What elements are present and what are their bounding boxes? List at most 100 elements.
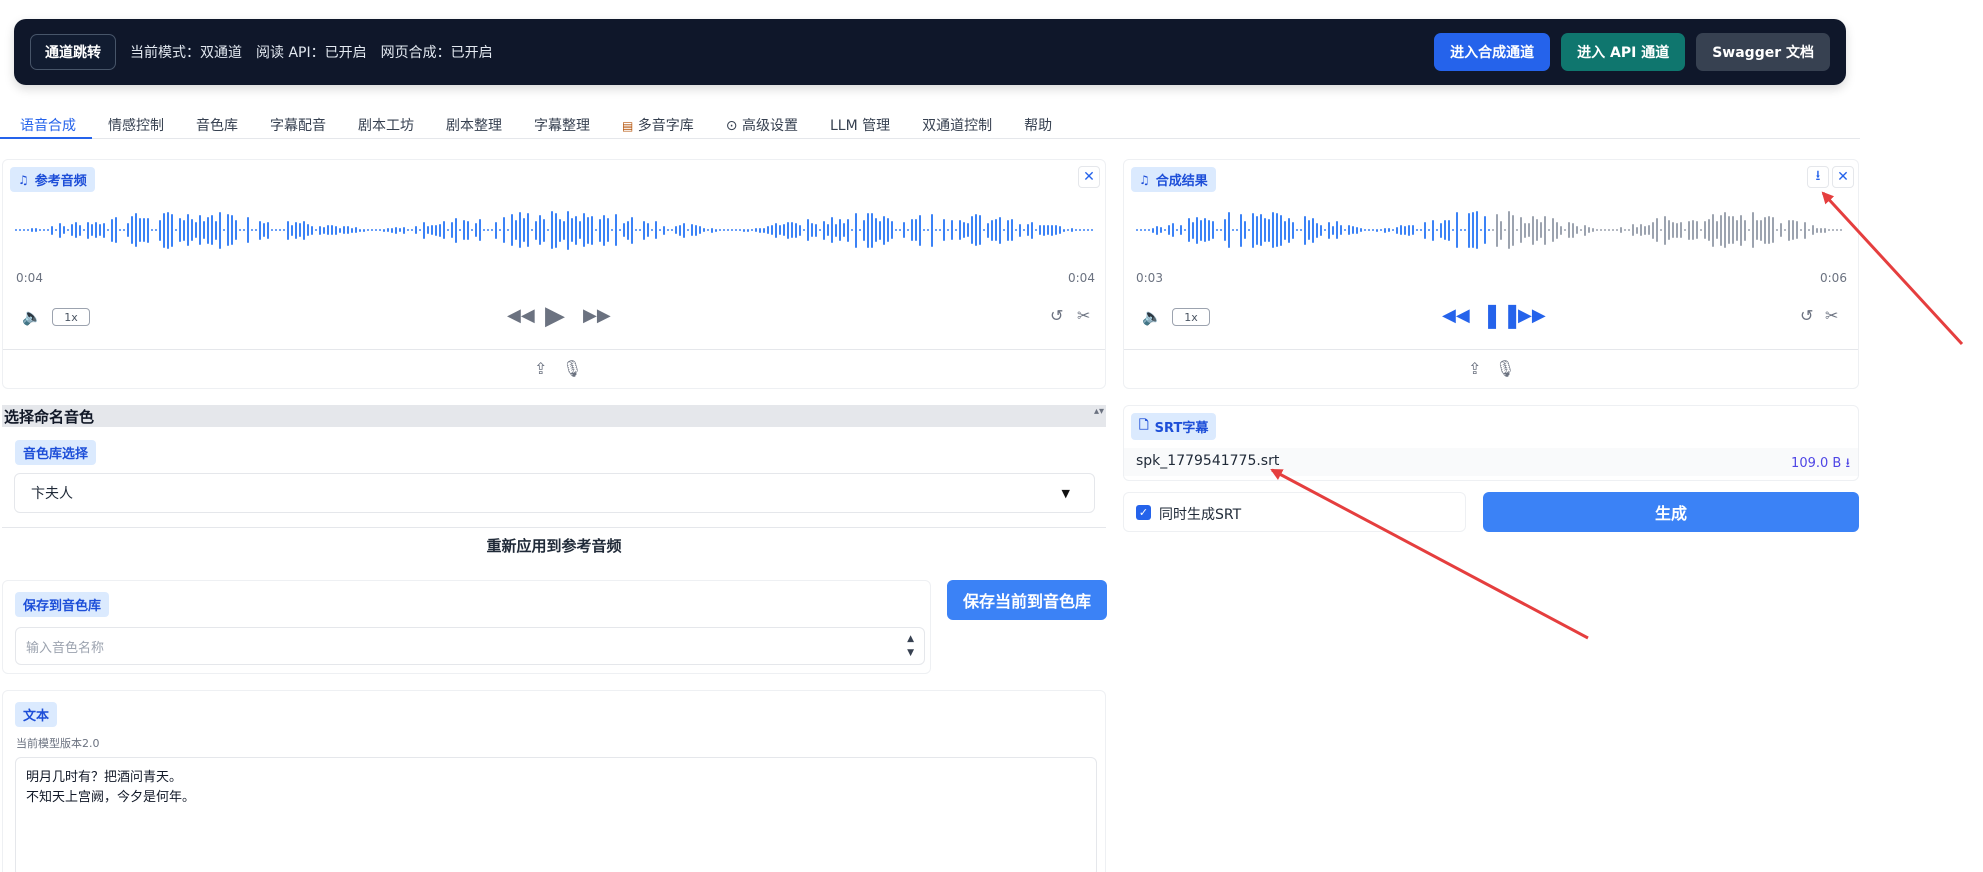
save-to-voice-library-button[interactable]: 保存当前到音色库	[947, 580, 1107, 620]
voice-select-heading[interactable]: 选择命名音色 ▴▾	[2, 405, 1106, 427]
waveform-bar	[1684, 229, 1686, 231]
waveform-bar	[1176, 229, 1178, 231]
waveform-bar	[935, 229, 937, 231]
tab-dual-channel-control[interactable]: 双通道控制	[906, 111, 1008, 139]
waveform-bar	[1836, 229, 1838, 231]
waveform-bar	[483, 229, 485, 231]
tab-llm-management[interactable]: LLM 管理	[814, 111, 906, 139]
playback-rate-button[interactable]: 1x	[52, 308, 90, 326]
fast-forward-icon[interactable]: ▶▶	[583, 305, 611, 326]
waveform-bar	[371, 229, 373, 231]
api-channel-button[interactable]: 进入 API 通道	[1561, 33, 1686, 71]
download-icon[interactable]: ⭳	[1807, 166, 1829, 188]
tab-script-organize[interactable]: 剧本整理	[430, 111, 518, 139]
play-icon[interactable]: ▶	[545, 301, 565, 331]
waveform-bar	[551, 211, 553, 249]
tab-speech-synthesis[interactable]: 语音合成	[0, 111, 92, 139]
swagger-docs-button[interactable]: Swagger 文档	[1696, 33, 1830, 71]
waveform-bar	[223, 229, 225, 231]
waveform-bar	[1680, 222, 1682, 238]
fast-forward-icon[interactable]: ▶▶	[1518, 305, 1546, 326]
waveform-bar	[75, 222, 77, 238]
waveform-bar	[1828, 229, 1830, 231]
stepper-icon[interactable]: ▲ ▼	[907, 632, 914, 660]
waveform-bar	[1804, 221, 1806, 239]
text-input[interactable]: 明月几时有？把酒问青天。 不知天上宫阙，今夕是何年。	[15, 757, 1097, 872]
waveform-bar	[1496, 213, 1498, 247]
srt-filename[interactable]: spk_1779541775.srt	[1136, 453, 1279, 469]
waveform-bar	[63, 226, 65, 234]
waveform-bar	[167, 211, 169, 249]
waveform-bar	[1412, 225, 1414, 235]
srt-file-size[interactable]: 109.0 B ⭳	[1791, 454, 1850, 476]
waveform-bar	[1524, 222, 1526, 238]
waveform-bar	[667, 229, 669, 231]
waveform-bar	[495, 221, 497, 239]
waveform-bar	[423, 221, 425, 239]
waveform-bar	[1392, 229, 1394, 231]
waveform-bar	[1152, 227, 1154, 233]
tab-voice-library[interactable]: 音色库	[180, 111, 254, 139]
waveform-bar	[575, 215, 577, 245]
waveform-bar	[39, 229, 41, 231]
close-icon[interactable]: ✕	[1078, 166, 1100, 188]
reset-icon[interactable]: ↺	[1050, 306, 1063, 325]
waveform-bar	[463, 220, 465, 240]
microphone-icon[interactable]: 🎙	[562, 359, 582, 378]
voice-name-input[interactable]: 输入音色名称 ▲ ▼	[15, 627, 925, 665]
tab-script-workshop[interactable]: 剧本工坊	[342, 111, 430, 139]
waveform-bar	[999, 216, 1001, 244]
waveform-bar	[287, 220, 289, 240]
waveform-bar	[1324, 229, 1326, 231]
waveform-bar	[1280, 214, 1282, 246]
result-waveform[interactable]	[1136, 205, 1846, 255]
waveform-bar	[1308, 220, 1310, 240]
tab-advanced-settings[interactable]: ⊙ 高级设置	[710, 111, 814, 139]
volume-icon[interactable]: 🔈	[1142, 307, 1162, 326]
waveform-bar	[1188, 218, 1190, 242]
tab-emotion-control[interactable]: 情感控制	[92, 111, 180, 139]
waveform-bar	[703, 228, 705, 232]
playback-rate-button[interactable]: 1x	[1172, 308, 1210, 326]
waveform-bar	[1796, 221, 1798, 239]
srt-file-row[interactable]: spk_1779541775.srt 109.0 B ⭳	[1124, 448, 1858, 476]
tab-subtitle-dubbing[interactable]: 字幕配音	[254, 111, 342, 139]
waveform-bar	[755, 228, 757, 232]
pause-icon[interactable]: ❚❚	[1482, 301, 1522, 329]
rewind-icon[interactable]: ◀◀	[507, 305, 535, 326]
waveform-bar	[1732, 216, 1734, 244]
microphone-icon[interactable]: 🎙	[1495, 359, 1515, 378]
waveform-bar	[1264, 218, 1266, 242]
waveform-bar	[395, 226, 397, 234]
waveform-bar	[611, 229, 613, 231]
generate-button[interactable]: 生成	[1483, 492, 1859, 532]
waveform-bar	[379, 229, 381, 231]
volume-icon[interactable]: 🔈	[22, 307, 42, 326]
waveform-bar	[791, 222, 793, 238]
waveform-bar	[1003, 229, 1005, 231]
tab-subtitle-organize[interactable]: 字幕整理	[518, 111, 606, 139]
collapse-toggle-icon[interactable]: ▴▾	[1094, 406, 1104, 417]
waveform-bar	[267, 221, 269, 239]
voice-library-dropdown[interactable]: 卞夫人 ▼	[14, 473, 1095, 513]
upload-icon[interactable]: ⇪	[534, 359, 547, 378]
reset-icon[interactable]: ↺	[1800, 306, 1813, 325]
close-icon[interactable]: ✕	[1832, 166, 1854, 188]
reference-waveform[interactable]	[15, 205, 1095, 255]
tab-polyphone-library[interactable]: ▤ 多音字库	[606, 111, 710, 139]
rewind-icon[interactable]: ◀◀	[1442, 305, 1470, 326]
channel-switch-button[interactable]: 通道跳转	[30, 34, 116, 70]
reapply-to-reference-button[interactable]: 重新应用到参考音频	[2, 527, 1106, 563]
trim-icon[interactable]: ✂	[1825, 306, 1838, 325]
tab-help[interactable]: 帮助	[1008, 111, 1068, 139]
waveform-bar	[1344, 229, 1346, 231]
waveform-bar	[1396, 226, 1398, 234]
waveform-bar	[723, 229, 725, 231]
trim-icon[interactable]: ✂	[1077, 306, 1090, 325]
generate-srt-checkbox[interactable]: ✓	[1136, 505, 1151, 520]
waveform-bar	[447, 229, 449, 231]
upload-icon[interactable]: ⇪	[1468, 359, 1481, 378]
waveform-bar	[531, 229, 533, 231]
waveform-bar	[27, 229, 29, 231]
synth-channel-button[interactable]: 进入合成通道	[1434, 33, 1551, 71]
